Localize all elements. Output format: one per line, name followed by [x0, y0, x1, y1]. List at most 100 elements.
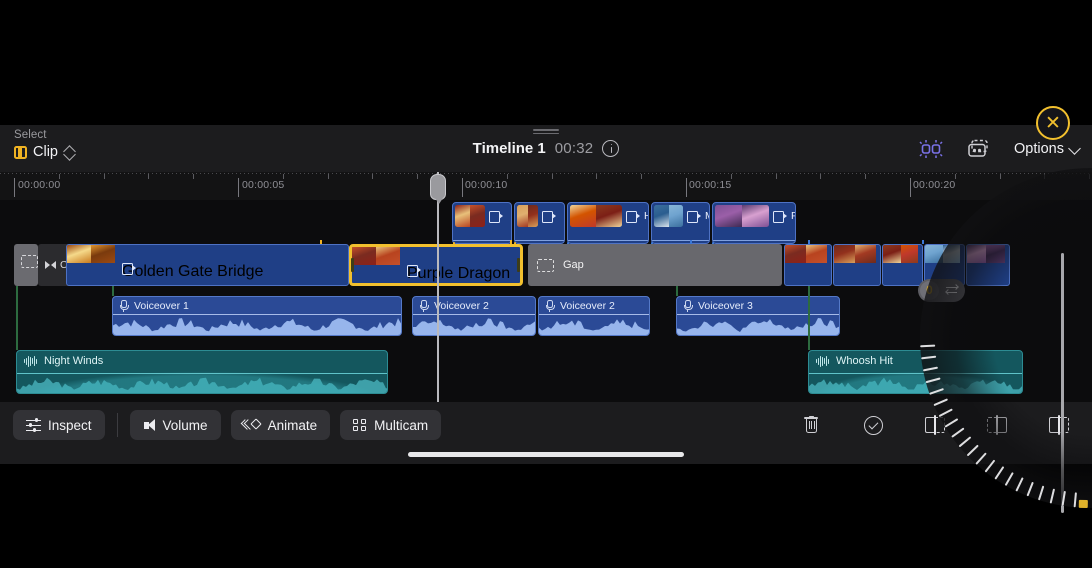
- clip-divider: [677, 314, 839, 315]
- clip-header: [453, 203, 511, 229]
- inspect-button[interactable]: Inspect: [13, 410, 105, 440]
- ruler-minor-tick: [104, 174, 105, 179]
- music-clip[interactable]: Night Winds: [16, 350, 388, 394]
- clip-connection-point: [808, 240, 810, 244]
- animate-label: Animate: [268, 418, 318, 433]
- connected-clip[interactable]: [514, 202, 565, 244]
- storyline-clip[interactable]: [966, 244, 1010, 286]
- trim-end-glyph: [987, 417, 1007, 433]
- clip-thumbnail: [67, 245, 115, 263]
- animate-keyframe-icon: [244, 418, 261, 432]
- clip-name: M: [705, 210, 709, 222]
- clip-header: M: [652, 203, 709, 229]
- voiceover-clip[interactable]: Voiceover 1: [112, 296, 402, 336]
- storyline-clip[interactable]: Golden Gate Bridge: [66, 244, 349, 286]
- chevron-up-down-icon: [64, 146, 75, 159]
- clip-name: F: [791, 210, 795, 222]
- clip-header: Hap: [568, 203, 648, 229]
- clip-divider: [809, 373, 1022, 374]
- ruler-minor-tick: [552, 174, 553, 179]
- storyline-clip[interactable]: [784, 244, 832, 286]
- connected-clip[interactable]: Hap: [567, 202, 649, 244]
- music-lane[interactable]: Night Winds Whoosh Hit: [0, 348, 1092, 398]
- clip-name: Voiceover 1: [134, 300, 189, 312]
- audio-fade-shape: [17, 371, 387, 393]
- audio-waveform-icon: [24, 355, 37, 367]
- options-button[interactable]: Options: [1014, 141, 1080, 157]
- connected-clips-lane[interactable]: Hap M F: [0, 200, 1092, 244]
- info-circle-icon[interactable]: [602, 140, 619, 157]
- dial-scrub-line[interactable]: [1061, 253, 1064, 513]
- ruler-major-tick: [238, 178, 239, 197]
- close-x-glyph: ✕: [1045, 114, 1061, 133]
- clip-thumbnail: [925, 245, 960, 263]
- timeline-duration: 00:32: [555, 140, 594, 157]
- ruler-major-tick: [910, 178, 911, 197]
- delete-icon[interactable]: [798, 410, 824, 440]
- select-mode-button[interactable]: Clip: [14, 144, 75, 160]
- clip-trim-handle-right[interactable]: [517, 258, 520, 272]
- animate-button[interactable]: Animate: [231, 410, 331, 440]
- clip-audio-divider: [515, 240, 564, 241]
- connected-clip[interactable]: M: [651, 202, 710, 244]
- voiceover-clip[interactable]: Voiceover 3: [676, 296, 840, 336]
- ruler-minor-tick: [417, 174, 418, 179]
- connection-line: [808, 286, 810, 350]
- clip-audio-divider: [568, 240, 648, 241]
- trim-end-icon[interactable]: [984, 410, 1010, 440]
- grid-four-icon: [353, 418, 367, 432]
- clip-header: Golden Gate Bridge: [67, 263, 348, 285]
- trim-start-glyph: [925, 417, 945, 433]
- clip-name: Voiceover 2: [560, 300, 615, 312]
- options-label: Options: [1014, 141, 1064, 157]
- timeline-header-bar: Select Clip Timeline 1 00:32: [0, 125, 1092, 172]
- split-clip-glyph: [1049, 417, 1069, 433]
- playhead-handle[interactable]: [430, 174, 446, 200]
- sheet-grabber-handle[interactable]: [533, 129, 559, 135]
- ruler-minor-tick: [865, 174, 866, 179]
- close-x-icon[interactable]: ✕: [1036, 106, 1070, 140]
- music-clip[interactable]: Whoosh Hit: [808, 350, 1023, 394]
- storyline-clip-selected[interactable]: Purple Dragon: [349, 244, 523, 286]
- trim-amount-knob: 0: [920, 281, 939, 300]
- horizontal-scroll-indicator[interactable]: [408, 452, 684, 457]
- playhead[interactable]: [437, 172, 439, 402]
- swap-arrows-icon[interactable]: [946, 285, 958, 296]
- split-clip-icon[interactable]: [1046, 410, 1072, 440]
- trim-start-icon[interactable]: [922, 410, 948, 440]
- microphone-icon: [683, 300, 692, 312]
- audio-waveform: [413, 313, 535, 335]
- clip-name: Night Winds: [44, 355, 103, 367]
- ruler-time-label: 00:00:20: [913, 179, 955, 191]
- clip-appearance-icon[interactable]: [918, 138, 944, 160]
- clip-header: Voiceover 1: [113, 297, 401, 314]
- volume-button[interactable]: Volume: [130, 410, 221, 440]
- storyline-gap[interactable]: Gap: [528, 244, 782, 286]
- connected-clip[interactable]: [452, 202, 512, 244]
- letterbox-top: [0, 0, 1092, 125]
- header-select-group: Select Clip: [14, 129, 75, 160]
- volume-label: Volume: [163, 418, 208, 433]
- multicam-button[interactable]: Multicam: [340, 410, 441, 440]
- approve-check-icon[interactable]: [860, 410, 886, 440]
- storyline-clip[interactable]: [833, 244, 881, 286]
- video-clip-icon: [542, 211, 555, 221]
- voiceover-clip[interactable]: Voiceover 2: [538, 296, 650, 336]
- ruler-major-tick: [462, 178, 463, 197]
- timeline-ruler[interactable]: 00:00:0000:00:0500:00:1000:00:1500:00:20: [0, 172, 1092, 200]
- clip-trim-handle-left[interactable]: [351, 258, 354, 272]
- video-clip-icon: [687, 211, 700, 221]
- clip-audio-divider: [713, 240, 795, 241]
- ruler-minor-tick: [193, 174, 194, 179]
- storyline-clip[interactable]: [882, 244, 923, 286]
- video-clip-icon: [626, 211, 639, 221]
- page-title: Timeline 1: [473, 140, 546, 157]
- voiceover-clip[interactable]: Voiceover 2: [412, 296, 536, 336]
- trim-amount-badge[interactable]: 0: [918, 279, 965, 302]
- multicam-angles-icon[interactable]: [966, 138, 992, 159]
- gap-dashed-icon: [537, 259, 554, 272]
- connected-clip[interactable]: F: [712, 202, 796, 244]
- clip-connection-point: [320, 240, 322, 244]
- storyline-gap-start[interactable]: [14, 244, 38, 286]
- ruler-minor-tick: [328, 174, 329, 179]
